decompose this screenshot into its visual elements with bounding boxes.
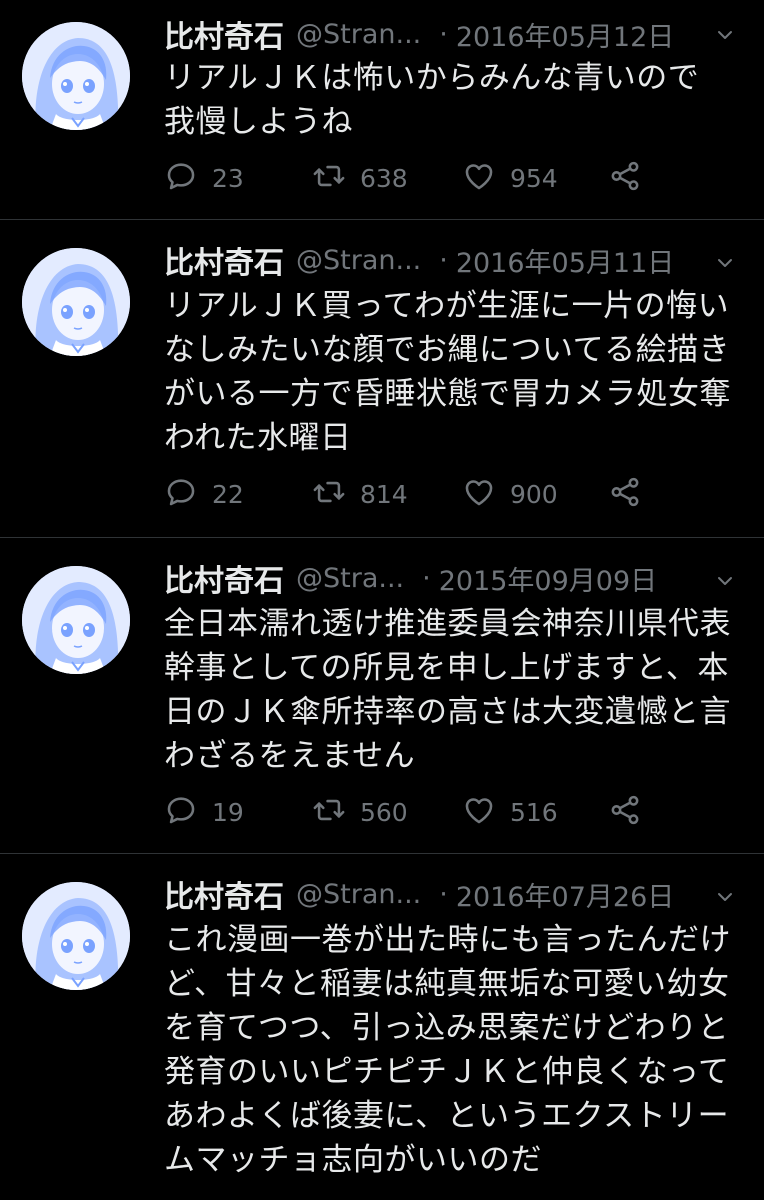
separator: · <box>439 18 448 50</box>
reply-button[interactable]: 23 <box>164 156 244 200</box>
tweet-header: 比村奇石 @Stran... · 2016年05月12日 <box>164 8 764 60</box>
retweet-count: 814 <box>360 479 408 509</box>
tweet-text: リアルＪＫ買ってわが生涯に一片の悔いなしみたいな顔でお縄についてる絵描きがいる一… <box>164 288 731 456</box>
user-handle[interactable]: @Stran... <box>296 879 421 910</box>
retweet-count: 560 <box>360 797 408 827</box>
retweet-button[interactable]: 560 <box>312 790 408 834</box>
timeline: 比村奇石 @Stran... · 2016年05月12日 リアルＪＫは怖いからみ… <box>0 0 764 1200</box>
like-button[interactable]: 954 <box>462 156 558 200</box>
tweet[interactable]: 比村奇石 @Stran... · 2016年07月26日 これ漫画一巻が出た時に… <box>0 854 764 1200</box>
tweet-date[interactable]: 2016年05月11日 <box>456 241 674 280</box>
reply-count: 23 <box>212 163 244 193</box>
like-button[interactable]: 900 <box>462 472 558 516</box>
tweet-header: 比村奇石 @Stran... · 2016年07月26日 <box>164 868 764 920</box>
retweet-count: 638 <box>360 163 408 193</box>
tweet-actions: 19 560 516 <box>164 790 764 834</box>
like-count: 900 <box>510 479 558 509</box>
heart-icon <box>462 475 496 513</box>
tweet[interactable]: 比村奇石 @Stran... · 2016年05月12日 リアルＪＫは怖いからみ… <box>0 0 764 220</box>
reply-count: 22 <box>212 479 244 509</box>
retweet-button[interactable]: 638 <box>312 156 408 200</box>
heart-icon <box>462 159 496 197</box>
reply-button[interactable]: 22 <box>164 472 244 516</box>
display-name[interactable]: 比村奇石 <box>164 556 284 600</box>
retweet-icon <box>312 475 346 513</box>
tweet-date[interactable]: 2016年07月26日 <box>456 875 674 914</box>
tweet-text: これ漫画一巻が出た時にも言ったんだけど、甘々と稲妻は純真無垢な可愛い幼女を育てつ… <box>164 922 731 1178</box>
tweet-header: 比村奇石 @Stra... · 2015年09月09日 <box>164 552 764 604</box>
share-icon <box>608 159 642 197</box>
separator: · <box>439 244 448 276</box>
avatar[interactable] <box>22 248 130 356</box>
user-handle[interactable]: @Stran... <box>296 19 421 50</box>
user-handle[interactable]: @Stran... <box>296 245 421 276</box>
display-name[interactable]: 比村奇石 <box>164 238 284 282</box>
tweet[interactable]: 比村奇石 @Stran... · 2016年05月11日 リアルＪＫ買ってわが生… <box>0 220 764 538</box>
retweet-button[interactable]: 814 <box>312 472 408 516</box>
reply-count: 19 <box>212 797 244 827</box>
tweet-date[interactable]: 2016年05月12日 <box>456 15 674 54</box>
avatar[interactable] <box>22 566 130 674</box>
retweet-icon <box>312 159 346 197</box>
reply-icon <box>164 475 198 513</box>
tweet-actions: 23 638 954 <box>164 156 764 200</box>
more-options-icon[interactable] <box>716 888 734 906</box>
reply-button[interactable]: 19 <box>164 790 244 834</box>
display-name[interactable]: 比村奇石 <box>164 872 284 916</box>
tweet-header: 比村奇石 @Stran... · 2016年05月11日 <box>164 234 764 286</box>
tweet-actions: 22 814 900 <box>164 472 764 516</box>
share-button[interactable] <box>608 156 642 200</box>
reply-icon <box>164 159 198 197</box>
retweet-icon <box>312 793 346 831</box>
user-handle[interactable]: @Stra... <box>296 563 404 594</box>
more-options-icon[interactable] <box>716 254 734 272</box>
share-icon <box>608 475 642 513</box>
more-options-icon[interactable] <box>716 572 734 590</box>
tweet-date[interactable]: 2015年09月09日 <box>439 559 657 598</box>
like-button[interactable]: 516 <box>462 790 558 834</box>
like-count: 516 <box>510 797 558 827</box>
display-name[interactable]: 比村奇石 <box>164 12 284 56</box>
more-options-icon[interactable] <box>716 26 734 44</box>
heart-icon <box>462 793 496 831</box>
like-count: 954 <box>510 163 558 193</box>
tweet-text: リアルＪＫは怖いからみんな青いので我慢しようね <box>164 60 700 140</box>
share-button[interactable] <box>608 472 642 516</box>
separator: · <box>422 562 431 594</box>
tweet-text: 全日本濡れ透け推進委員会神奈川県代表幹事としての所見を申し上げますと、本日のＪＫ… <box>164 606 731 774</box>
avatar[interactable] <box>22 22 130 130</box>
share-icon <box>608 793 642 831</box>
separator: · <box>439 878 448 910</box>
tweet[interactable]: 比村奇石 @Stra... · 2015年09月09日 全日本濡れ透け推進委員会… <box>0 538 764 854</box>
avatar[interactable] <box>22 882 130 990</box>
share-button[interactable] <box>608 790 642 834</box>
reply-icon <box>164 793 198 831</box>
